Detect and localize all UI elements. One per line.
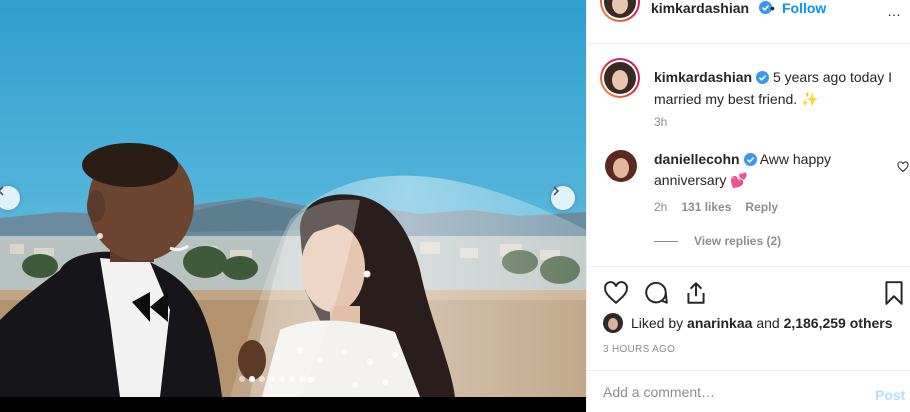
carousel-dot [299, 376, 305, 382]
media-bottom-strip [0, 397, 586, 412]
carousel-dot [269, 376, 275, 382]
caption-avatar[interactable] [600, 58, 640, 98]
action-bar [587, 266, 910, 312]
view-replies-label: View replies (2) [694, 234, 782, 248]
carousel-dot [309, 376, 315, 382]
avatar-image [604, 0, 636, 18]
like-heart-icon[interactable] [603, 280, 629, 306]
save-bookmark-icon[interactable] [883, 280, 905, 306]
post-side-panel: kimkardashian • Follow … kimkardashian 5 [586, 0, 910, 412]
liker-username[interactable]: anarinkaa [687, 315, 752, 331]
replies-divider [654, 240, 678, 242]
view-replies-button[interactable]: View replies (2) [654, 234, 781, 248]
comment-reply-button[interactable]: Reply [745, 200, 778, 214]
post-header: kimkardashian • Follow … [587, 0, 910, 44]
add-comment-input[interactable] [603, 384, 853, 400]
likes-count[interactable]: 2,186,259 others [784, 315, 893, 331]
author-username[interactable]: kimkardashian [651, 0, 749, 16]
comment-text-block: daniellecohn Aww happy anniversary 💕 [654, 150, 884, 190]
instagram-post: kimkardashian • Follow … kimkardashian 5 [0, 0, 910, 412]
heart-outline-icon[interactable] [897, 161, 909, 173]
carousel-dot [289, 376, 295, 382]
verified-badge-icon [743, 152, 757, 171]
carousel-indicator [239, 376, 315, 382]
comment-likes[interactable]: 131 likes [681, 200, 731, 214]
likes-prefix: Liked by [631, 315, 684, 331]
caption-username[interactable]: kimkardashian [654, 69, 752, 85]
post-comment-button[interactable]: Post [875, 387, 905, 403]
more-options-button[interactable]: … [887, 3, 902, 19]
caption-text-block: kimkardashian 5 years ago today I marrie… [654, 67, 898, 109]
header-bullet: • [770, 0, 775, 16]
chevron-right-icon [553, 186, 560, 196]
avatar-image [604, 62, 636, 94]
likes-joiner: and [756, 315, 780, 331]
liker-avatar[interactable] [603, 313, 623, 333]
wedding-photo-image [0, 0, 586, 397]
chevron-left-icon [0, 186, 4, 196]
comment-username[interactable]: daniellecohn [654, 151, 740, 167]
follow-button[interactable]: Follow [782, 0, 826, 16]
author-avatar[interactable] [600, 0, 640, 22]
carousel-dot [259, 376, 265, 382]
comment-bubble-icon[interactable] [643, 280, 669, 306]
commenter-avatar[interactable] [605, 150, 637, 182]
share-icon[interactable] [683, 280, 709, 306]
verified-badge-icon [756, 69, 770, 89]
comment-time[interactable]: 2h [654, 200, 667, 214]
carousel-dot [239, 376, 245, 382]
likes-summary: Liked by anarinkaa and 2,186,259 others [603, 313, 893, 333]
post-photo[interactable] [0, 0, 586, 397]
carousel-dot [279, 376, 285, 382]
comment-composer: Post [587, 370, 910, 412]
post-timestamp[interactable]: 3 HOURS AGO [603, 344, 675, 355]
caption-time[interactable]: 3h [654, 115, 667, 129]
comment-meta: 2h 131 likes Reply [654, 200, 778, 214]
carousel-dot [249, 376, 255, 382]
likes-text: Liked by anarinkaa and 2,186,259 others [631, 315, 893, 331]
carousel-next-button[interactable] [551, 186, 575, 210]
